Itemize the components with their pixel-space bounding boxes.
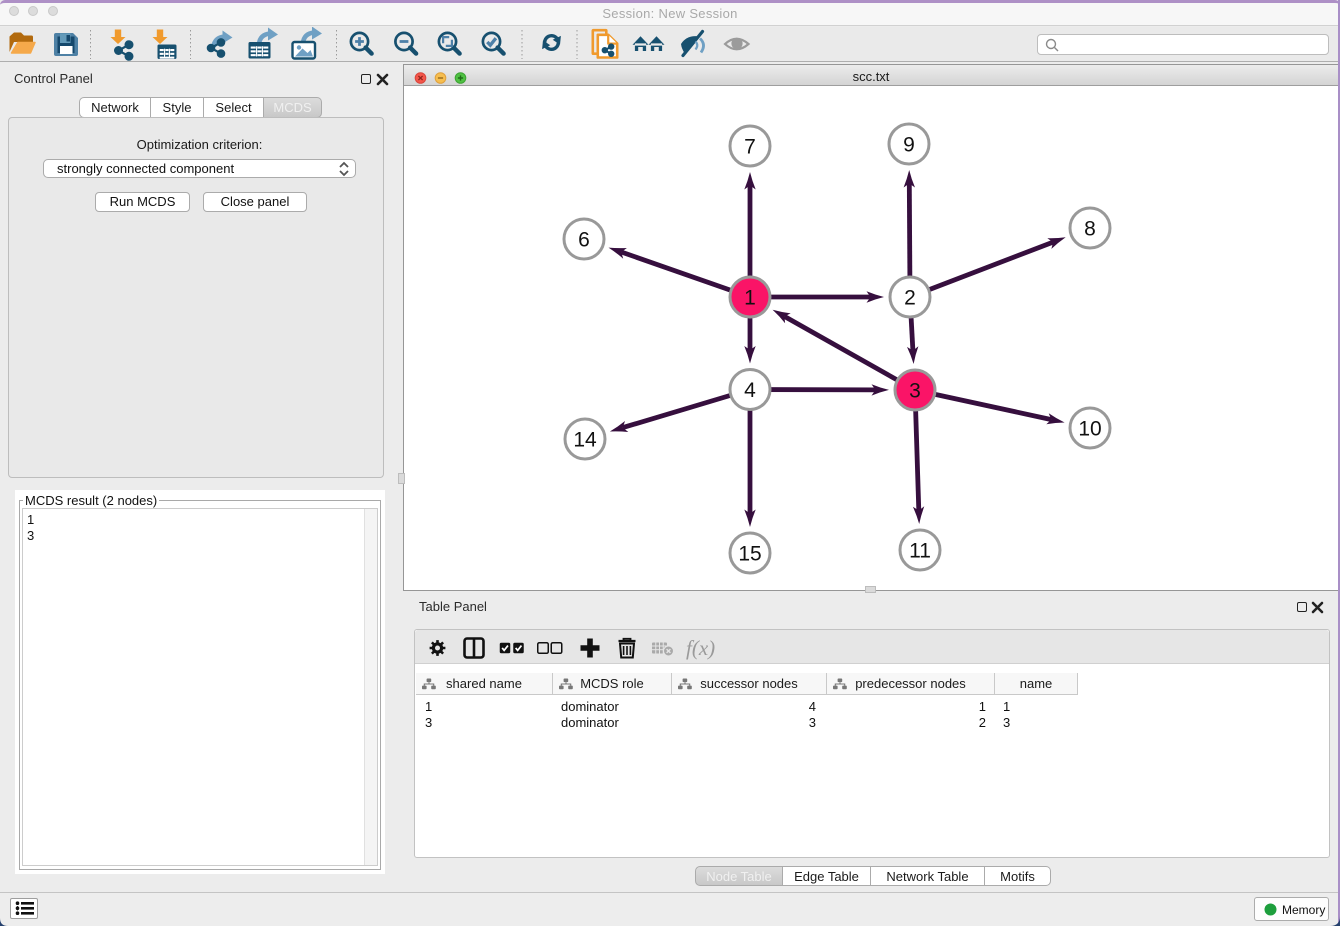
- svg-text:1: 1: [744, 287, 756, 310]
- svg-text:10: 10: [1078, 418, 1101, 441]
- svg-text:15: 15: [738, 543, 761, 566]
- svg-text:6: 6: [578, 229, 590, 252]
- svg-text:7: 7: [744, 136, 756, 159]
- svg-text:3: 3: [909, 380, 921, 403]
- svg-text:9: 9: [903, 134, 915, 157]
- svg-text:4: 4: [744, 379, 756, 402]
- svg-text:11: 11: [909, 540, 931, 563]
- svg-text:8: 8: [1084, 218, 1096, 241]
- svg-text:f(x): f(x): [686, 636, 715, 660]
- svg-text:14: 14: [573, 429, 597, 452]
- svg-text:2: 2: [904, 287, 916, 310]
